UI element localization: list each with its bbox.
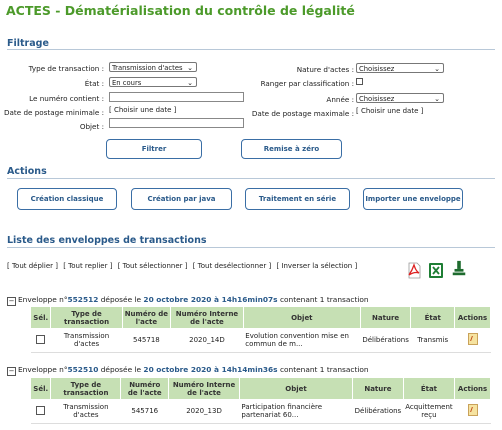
cell-nature: Délibérations bbox=[352, 399, 404, 424]
col-objet: Objet bbox=[239, 378, 354, 399]
cell-nature: Délibérations bbox=[360, 328, 411, 353]
col-numero-interne: Numéro Interne de l'acte bbox=[170, 307, 244, 328]
col-nature: Nature bbox=[360, 307, 412, 328]
nature-select[interactable]: Choisissez ⌄ bbox=[356, 63, 444, 73]
edit-action-icon[interactable] bbox=[467, 404, 478, 416]
liste-divider bbox=[7, 247, 495, 248]
envelope-header: − Enveloppe n°552512 déposée le 20 octobr… bbox=[7, 295, 369, 306]
tout-replier-link[interactable]: [ Tout replier ] bbox=[63, 262, 112, 270]
cell-numero: 545716 bbox=[120, 399, 169, 424]
date-max-label: Date de postage maximale : bbox=[251, 109, 354, 118]
col-etat: État bbox=[403, 378, 456, 399]
tout-selectionner-link[interactable]: [ Tout sélectionner ] bbox=[118, 262, 188, 270]
page-title: ACTES - Dématérialisation du contrôle de… bbox=[6, 3, 355, 18]
row-checkbox[interactable] bbox=[36, 334, 46, 344]
col-sel: Sél. bbox=[31, 378, 52, 399]
type-transaction-value: Transmission d'actes bbox=[112, 64, 183, 72]
cell-numero-interne: 2020_13D bbox=[168, 399, 240, 424]
col-objet: Objet bbox=[243, 307, 361, 328]
filtrer-button[interactable]: Filtrer bbox=[106, 139, 202, 159]
chevron-down-icon: ⌄ bbox=[434, 65, 440, 73]
annee-label: Année : bbox=[326, 95, 354, 104]
col-numero: Numéro de l'acte bbox=[122, 307, 172, 328]
envelope-table: Sél. Type de transaction Numéro de l'act… bbox=[31, 307, 491, 353]
filtrage-divider bbox=[7, 49, 495, 50]
selection-links: [ Tout déplier ] [ Tout replier ] [ Tout… bbox=[7, 262, 360, 270]
etat-select[interactable]: En cours ⌄ bbox=[109, 77, 197, 87]
cell-objet: Evolution convention mise en commun de m… bbox=[243, 328, 361, 353]
col-type: Type de transaction bbox=[50, 378, 122, 399]
row-checkbox[interactable] bbox=[36, 405, 46, 415]
cell-type: Transmission d'actes bbox=[50, 328, 123, 353]
etat-value: En cours bbox=[112, 79, 142, 87]
nature-label: Nature d'actes : bbox=[296, 65, 354, 74]
col-etat: État bbox=[410, 307, 456, 328]
type-transaction-label: Type de transaction : bbox=[28, 64, 104, 73]
date-min-picker[interactable]: [ Choisir une date ] bbox=[109, 106, 176, 114]
cell-numero: 545718 bbox=[122, 328, 171, 353]
col-type: Type de transaction bbox=[50, 307, 123, 328]
pdf-export-icon[interactable] bbox=[406, 262, 422, 279]
annee-select[interactable]: Choisissez ⌄ bbox=[356, 93, 444, 103]
importer-enveloppe-button[interactable]: Importer une enveloppe bbox=[363, 188, 463, 210]
chevron-down-icon: ⌄ bbox=[187, 64, 193, 72]
reset-button[interactable]: Remise à zéro bbox=[241, 139, 342, 159]
table-header-row: Sél. Type de transaction Numéro de l'act… bbox=[31, 307, 491, 328]
cell-etat: Transmis bbox=[410, 328, 455, 353]
chevron-down-icon: ⌄ bbox=[187, 79, 193, 87]
excel-export-icon[interactable] bbox=[428, 262, 444, 279]
date-min-label: Date de postage minimale : bbox=[3, 108, 104, 117]
col-nature: Nature bbox=[352, 378, 404, 399]
objet-input[interactable] bbox=[109, 118, 244, 128]
annee-value: Choisissez bbox=[359, 95, 395, 103]
table-header-row: Sél. Type de transaction Numéro de l'act… bbox=[31, 378, 491, 399]
objet-label: Objet : bbox=[79, 122, 104, 131]
ranger-checkbox[interactable] bbox=[356, 78, 363, 85]
table-row[interactable]: Transmission d'actes 545716 2020_13D Par… bbox=[31, 399, 491, 424]
nature-value: Choisissez bbox=[359, 65, 395, 73]
date-max-picker[interactable]: [ Choisir une date ] bbox=[356, 107, 423, 115]
actions-heading: Actions bbox=[7, 166, 47, 177]
creation-java-button[interactable]: Création par java bbox=[131, 188, 232, 210]
collapse-toggle-icon[interactable]: − bbox=[7, 367, 16, 376]
col-numero-interne: Numéro Interne de l'acte bbox=[168, 378, 240, 399]
col-numero: Numéro de l'acte bbox=[120, 378, 170, 399]
tout-deselectionner-link[interactable]: [ Tout desélectionner ] bbox=[193, 262, 272, 270]
col-sel: Sél. bbox=[31, 307, 52, 328]
actions-divider bbox=[7, 178, 495, 179]
col-actions: Actions bbox=[454, 307, 491, 328]
filtrage-heading: Filtrage bbox=[7, 38, 49, 49]
cell-objet: Participation financière partenariat 60.… bbox=[239, 399, 353, 424]
numero-label: Le numéro contient : bbox=[29, 94, 104, 103]
traitement-serie-button[interactable]: Traitement en série bbox=[245, 188, 350, 210]
tout-deplier-link[interactable]: [ Tout déplier ] bbox=[7, 262, 58, 270]
liste-heading: Liste des enveloppes de transactions bbox=[7, 235, 207, 246]
collapse-toggle-icon[interactable]: − bbox=[7, 297, 16, 306]
cell-type: Transmission d'actes bbox=[50, 399, 121, 424]
ranger-label: Ranger par classification : bbox=[260, 79, 354, 88]
etat-label: État : bbox=[84, 79, 104, 88]
table-row[interactable]: Transmission d'actes 545718 2020_14D Evo… bbox=[31, 328, 491, 353]
creation-classique-button[interactable]: Création classique bbox=[17, 188, 117, 210]
envelope-header: − Enveloppe n°552510 déposée le 20 octobr… bbox=[7, 365, 369, 376]
chevron-down-icon: ⌄ bbox=[434, 95, 440, 103]
col-actions: Actions bbox=[454, 378, 491, 399]
cell-numero-interne: 2020_14D bbox=[170, 328, 244, 353]
envelope-table: Sél. Type de transaction Numéro de l'act… bbox=[31, 378, 491, 424]
inverser-selection-link[interactable]: [ Inverser la sélection ] bbox=[276, 262, 357, 270]
stamp-icon[interactable] bbox=[451, 260, 467, 277]
numero-input[interactable] bbox=[109, 92, 244, 102]
cell-etat: Acquittement reçu bbox=[403, 399, 455, 424]
type-transaction-select[interactable]: Transmission d'actes ⌄ bbox=[109, 62, 197, 72]
edit-action-icon[interactable] bbox=[467, 333, 478, 345]
